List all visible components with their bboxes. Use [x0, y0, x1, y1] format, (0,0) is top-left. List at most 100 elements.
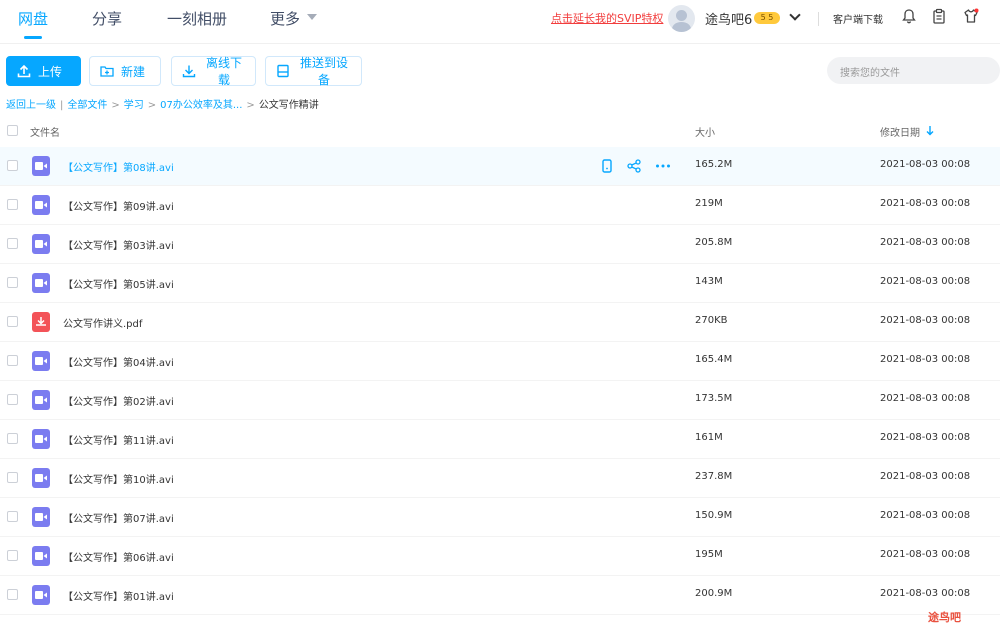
chevron-down-icon[interactable] — [789, 9, 801, 21]
offline-label: 离线下载 — [205, 56, 242, 87]
file-size: 150.9M — [695, 510, 733, 521]
video-file-icon — [32, 585, 50, 605]
client-download-link[interactable]: 客户端下载 — [833, 11, 883, 26]
row-checkbox[interactable] — [7, 472, 18, 483]
file-size: 219M — [695, 198, 723, 209]
breadcrumb-back[interactable]: 返回上一级 — [6, 100, 56, 111]
breadcrumb-study[interactable]: 学习 — [124, 100, 144, 111]
column-date-header[interactable]: 修改日期 — [880, 124, 920, 139]
upload-label: 上传 — [38, 64, 63, 79]
table-row[interactable]: 【公文写作】第11讲.avi 161M 2021-08-03 00:08 — [0, 420, 1000, 459]
video-file-icon — [32, 507, 50, 527]
breadcrumb-separator: > — [111, 100, 120, 111]
upload-button[interactable]: 上传 — [6, 56, 81, 86]
nav-more[interactable]: 更多 — [270, 8, 300, 29]
table-row[interactable]: 【公文写作】第10讲.avi 237.8M 2021-08-03 00:08 — [0, 459, 1000, 498]
sort-arrow-down-icon[interactable] — [926, 126, 934, 136]
video-file-icon — [32, 351, 50, 371]
file-name[interactable]: 公文写作讲义.pdf — [63, 315, 142, 330]
row-checkbox[interactable] — [7, 316, 18, 327]
row-checkbox[interactable] — [7, 238, 18, 249]
file-name[interactable]: 【公文写作】第06讲.avi — [63, 549, 174, 564]
svip-renew-link[interactable]: 点击延长我的SVIP特权 — [551, 10, 663, 26]
breadcrumb-office[interactable]: 07办公效率及其... — [160, 100, 242, 111]
column-name-header[interactable]: 文件名 — [30, 124, 60, 139]
search-input[interactable]: 搜索您的文件 — [827, 57, 1000, 84]
row-checkbox[interactable] — [7, 199, 18, 210]
file-name[interactable]: 【公文写作】第07讲.avi — [63, 510, 174, 525]
new-folder-button[interactable]: 新建 — [89, 56, 161, 86]
row-checkbox[interactable] — [7, 589, 18, 600]
file-size: 143M — [695, 276, 723, 287]
table-row[interactable]: 公文写作讲义.pdf 270KB 2021-08-03 00:08 — [0, 303, 1000, 342]
offline-download-button[interactable]: 离线下载 — [171, 56, 256, 87]
file-date: 2021-08-03 00:08 — [880, 588, 971, 599]
file-name[interactable]: 【公文写作】第05讲.avi — [63, 276, 174, 291]
video-file-icon — [32, 546, 50, 566]
pdf-file-icon — [32, 312, 50, 332]
clipboard-icon[interactable] — [931, 8, 947, 24]
table-row[interactable]: 【公文写作】第03讲.avi 205.8M 2021-08-03 00:08 — [0, 225, 1000, 264]
file-name[interactable]: 【公文写作】第08讲.avi — [63, 159, 174, 174]
username[interactable]: 途鸟吧6 — [705, 9, 752, 28]
push-to-device-button[interactable]: 推送到设备 — [265, 56, 362, 87]
tshirt-icon[interactable] — [963, 8, 979, 24]
video-file-icon — [32, 234, 50, 254]
nav-active-underline — [24, 36, 42, 39]
file-size: 237.8M — [695, 471, 733, 482]
file-name[interactable]: 【公文写作】第10讲.avi — [63, 471, 174, 486]
row-checkbox[interactable] — [7, 394, 18, 405]
row-checkbox[interactable] — [7, 277, 18, 288]
breadcrumb-current: 公文写作精讲 — [258, 100, 319, 111]
table-row[interactable]: 【公文写作】第01讲.avi 200.9M 2021-08-03 00:08 — [0, 576, 1000, 615]
nav-netdisk[interactable]: 网盘 — [18, 8, 48, 29]
video-file-icon — [32, 390, 50, 410]
file-size: 173.5M — [695, 393, 733, 404]
select-all-checkbox[interactable] — [7, 125, 18, 136]
video-file-icon — [32, 156, 50, 176]
avatar[interactable] — [668, 5, 695, 32]
column-size-header[interactable]: 大小 — [695, 124, 715, 139]
file-date: 2021-08-03 00:08 — [880, 315, 971, 326]
file-size: 205.8M — [695, 237, 733, 248]
file-name[interactable]: 【公文写作】第11讲.avi — [63, 432, 174, 447]
bell-icon[interactable] — [901, 8, 917, 24]
nav-share[interactable]: 分享 — [92, 8, 122, 29]
table-row[interactable]: 【公文写作】第05讲.avi 143M 2021-08-03 00:08 — [0, 264, 1000, 303]
file-name[interactable]: 【公文写作】第01讲.avi — [63, 588, 174, 603]
breadcrumb-separator: > — [147, 100, 157, 111]
more-caret-icon[interactable] — [307, 14, 317, 20]
share-icon[interactable] — [627, 159, 641, 173]
file-name[interactable]: 【公文写作】第02讲.avi — [63, 393, 174, 408]
video-file-icon — [32, 429, 50, 449]
table-row[interactable]: 【公文写作】第07讲.avi 150.9M 2021-08-03 00:08 — [0, 498, 1000, 537]
table-row[interactable]: 【公文写作】第09讲.avi 219M 2021-08-03 00:08 — [0, 186, 1000, 225]
file-date: 2021-08-03 00:08 — [880, 237, 971, 248]
table-row[interactable]: 【公文写作】第04讲.avi 165.4M 2021-08-03 00:08 — [0, 342, 1000, 381]
table-row[interactable]: 【公文写作】第08讲.avi 165.2M 2021-08-03 00:08 — [0, 147, 1000, 186]
row-checkbox[interactable] — [7, 511, 18, 522]
file-name[interactable]: 【公文写作】第09讲.avi — [63, 198, 174, 213]
row-checkbox[interactable] — [7, 433, 18, 444]
row-checkbox[interactable] — [7, 355, 18, 366]
nav-album[interactable]: 一刻相册 — [167, 8, 227, 29]
folder-plus-icon — [100, 66, 114, 77]
file-size: 195M — [695, 549, 723, 560]
top-navigation: 网盘 分享 一刻相册 更多 点击延长我的SVIP特权 途鸟吧6 5 5 客户端下… — [0, 0, 1000, 44]
upload-icon — [17, 64, 31, 78]
file-date: 2021-08-03 00:08 — [880, 354, 971, 365]
file-name[interactable]: 【公文写作】第04讲.avi — [63, 354, 174, 369]
breadcrumb-separator: > — [246, 100, 255, 111]
file-date: 2021-08-03 00:08 — [880, 549, 971, 560]
file-date: 2021-08-03 00:08 — [880, 393, 971, 404]
more-options-icon[interactable] — [655, 159, 671, 173]
table-row[interactable]: 【公文写作】第02讲.avi 173.5M 2021-08-03 00:08 — [0, 381, 1000, 420]
file-name[interactable]: 【公文写作】第03讲.avi — [63, 237, 174, 252]
breadcrumb-all-files[interactable]: 全部文件 — [67, 100, 107, 111]
row-checkbox[interactable] — [7, 160, 18, 171]
phone-icon[interactable] — [600, 159, 614, 173]
file-size: 161M — [695, 432, 723, 443]
row-checkbox[interactable] — [7, 550, 18, 561]
video-file-icon — [32, 273, 50, 293]
table-row[interactable]: 【公文写作】第06讲.avi 195M 2021-08-03 00:08 — [0, 537, 1000, 576]
